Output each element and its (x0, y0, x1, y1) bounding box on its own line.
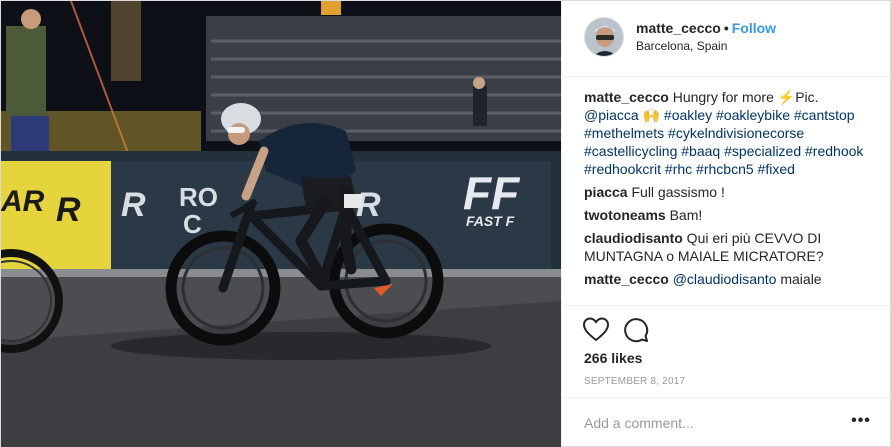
post-actions: 266 likes SEPTEMBER 8, 2017 (562, 305, 891, 405)
banner-text-r-left: R (56, 191, 81, 229)
comment-button[interactable] (622, 316, 650, 344)
caption-text-after: Pic. (795, 89, 819, 105)
location-link[interactable]: Barcelona, Spain (636, 39, 727, 53)
lightning-icon: ⚡ (777, 89, 796, 105)
caption-author[interactable]: matte_cecco (584, 89, 669, 105)
post-photo[interactable]: AR R R RO C R FF FAST F (1, 1, 561, 447)
comment-author[interactable]: piacca (584, 184, 628, 200)
caption: matte_cecco Hungry for more ⚡Pic. @piacc… (584, 88, 870, 178)
comment-item: twotoneams Bam! (584, 206, 870, 224)
avatar[interactable] (584, 17, 624, 57)
comment-item: piacca Full gassismo ! (584, 183, 870, 201)
caption-mention[interactable]: @piacca (584, 107, 639, 123)
comment-author[interactable]: twotoneams (584, 207, 666, 223)
more-options-button[interactable]: ••• (850, 412, 872, 434)
banner-text-road2: C (183, 209, 202, 239)
banner-text-r-mid: R (121, 186, 146, 224)
post-sidebar: matte_cecco • Follow Barcelona, Spain matt… (561, 1, 891, 447)
comment-item: claudiodisanto Qui eri più CEVVO DI MUNT… (584, 229, 870, 265)
avatar-image (585, 18, 623, 56)
banner-text-ffr: FF (463, 167, 521, 219)
comment-mention[interactable]: @claudiodisanto (669, 271, 777, 287)
like-button[interactable] (582, 316, 610, 344)
like-count[interactable]: 266 likes (584, 350, 642, 366)
speech-bubble-icon (624, 318, 649, 343)
heart-icon (582, 317, 610, 342)
comment-text: Full gassismo ! (627, 184, 725, 200)
caption-text-before: Hungry for more (668, 89, 778, 105)
post-date: SEPTEMBER 8, 2017 (584, 376, 686, 387)
comment-author[interactable]: matte_cecco (584, 271, 669, 287)
separator-dot: • (723, 20, 729, 36)
comment-author[interactable]: claudiodisanto (584, 230, 683, 246)
cyclist-photo-illustration: AR R R RO C R FF FAST F (1, 1, 561, 447)
follow-button[interactable]: Follow (732, 20, 776, 36)
banner-text-ar: AR (1, 185, 45, 218)
add-comment-bar: ••• (562, 397, 891, 447)
comment-input[interactable] (584, 412, 834, 434)
comment-text: maiale (776, 271, 822, 287)
username-link[interactable]: matte_cecco (636, 20, 721, 36)
instagram-post: AR R R RO C R FF FAST F matte_cecco • Fo… (0, 0, 891, 447)
banner-text-ffr-sub: FAST F (466, 213, 515, 229)
comment-text: Bam! (665, 207, 703, 223)
post-header: matte_cecco • Follow Barcelona, Spain (562, 1, 891, 77)
comment-item: matte_cecco @claudiodisanto maiale (584, 270, 870, 288)
comments-list[interactable]: matte_cecco Hungry for more ⚡Pic. @piacc… (562, 77, 891, 305)
banner-text-road: RO (179, 182, 218, 212)
raised-hands-icon: 🙌 (638, 107, 661, 123)
username-line: matte_cecco • Follow (636, 20, 776, 36)
